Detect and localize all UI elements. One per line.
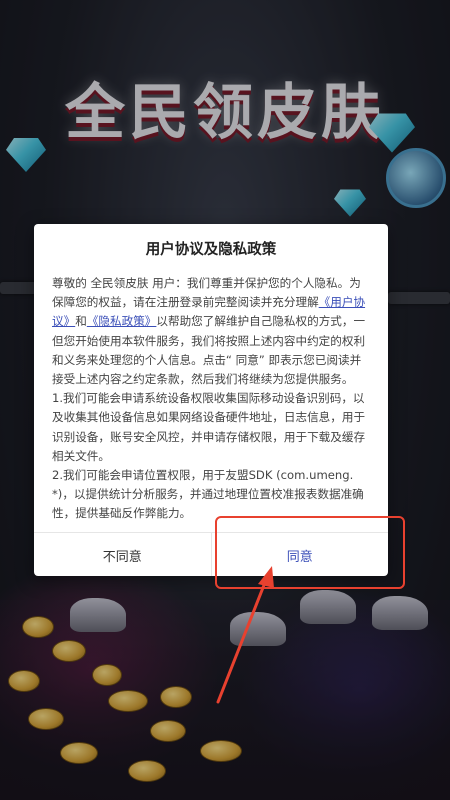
app-screen: 全民领皮肤 用户协议及隐私政策 尊敬的 全民领皮肤 用户：我们尊重并保护您的个人… (0, 0, 450, 800)
annotation-arrow-icon (216, 566, 274, 704)
